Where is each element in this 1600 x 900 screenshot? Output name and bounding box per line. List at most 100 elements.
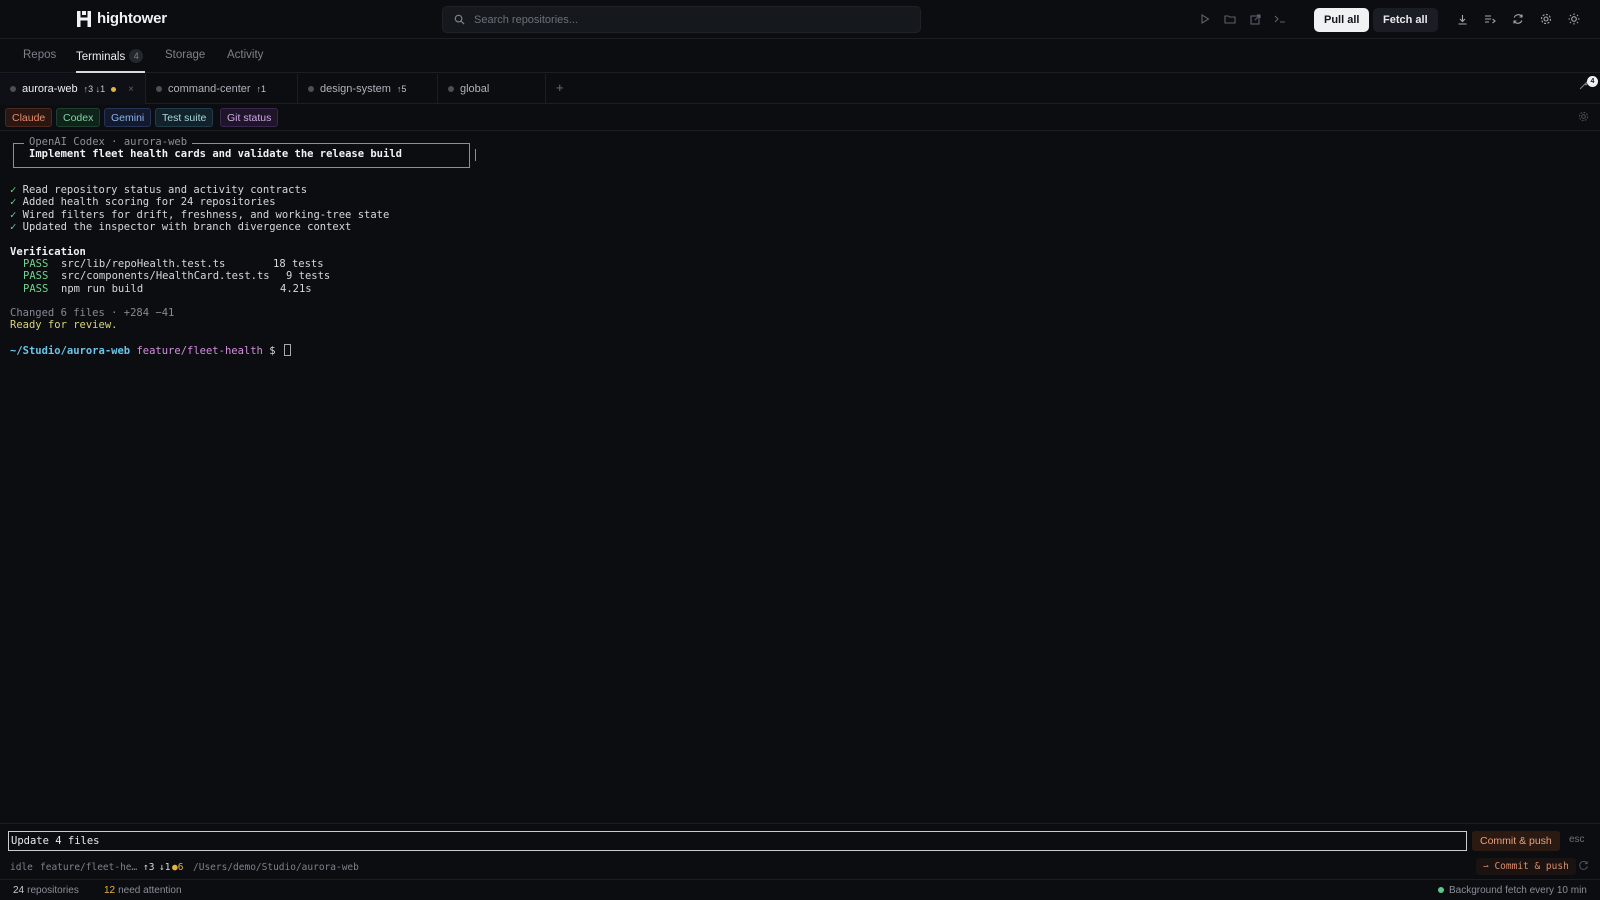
terminal-tab-label: aurora-web xyxy=(22,83,78,95)
main-nav: Repos Terminals 4 Storage Activity xyxy=(0,40,1600,73)
list-run-icon[interactable] xyxy=(1481,10,1499,28)
app-footer: 24 repositories 12 need attention Backgrou… xyxy=(0,879,1600,900)
add-terminal-tab-button[interactable]: + xyxy=(556,80,564,95)
open-external-icon[interactable] xyxy=(1246,10,1264,28)
tab-status-dot xyxy=(10,86,16,92)
commit-message-input[interactable] xyxy=(8,831,1467,851)
tab-repos[interactable]: Repos xyxy=(23,49,56,61)
verification-result: 9 tests xyxy=(286,270,331,282)
search-bar[interactable] xyxy=(442,6,921,33)
status-refresh-icon[interactable] xyxy=(1578,860,1589,871)
git-status-button[interactable]: Git status xyxy=(220,108,279,127)
terminal-tabs: aurora-web ↑3 ↓1 × command-center ↑1 des… xyxy=(0,74,1600,105)
ahead-count: ↑3 xyxy=(143,862,155,873)
verification-target: npm run build xyxy=(61,283,144,295)
pass-status: PASS xyxy=(23,270,49,282)
pass-status: PASS xyxy=(23,283,49,295)
tab-terminals-label: Terminals xyxy=(76,51,126,63)
shell-prompt: ~/Studio/aurora-web feature/fleet-health… xyxy=(10,344,291,358)
settings-gear-icon[interactable] xyxy=(1537,10,1555,28)
tab-storage[interactable]: Storage xyxy=(165,49,205,61)
launch-claude-button[interactable]: Claude xyxy=(5,108,53,127)
changes-count: ●6 xyxy=(172,862,184,873)
sync-counts: ↑5 xyxy=(396,84,407,94)
verification-row: PASS xyxy=(23,283,48,296)
prompt-branch: feature/fleet-health xyxy=(136,345,263,357)
hightower-logo-icon xyxy=(77,10,91,27)
codex-task-description: Implement fleet health cards and validat… xyxy=(29,148,402,160)
terminal-settings-icon[interactable] xyxy=(1578,111,1589,122)
background-fetch-label: Background fetch every 10 min xyxy=(1449,885,1587,896)
checklist-text: Read repository status and activity cont… xyxy=(22,184,308,196)
terminal-tab-aurora-web[interactable]: aurora-web ↑3 ↓1 × xyxy=(0,74,146,105)
terminal-prompt-icon[interactable] xyxy=(1271,10,1289,28)
tab-status-dot xyxy=(156,86,162,92)
run-test-suite-button[interactable]: Test suite xyxy=(155,108,214,127)
terminal-cursor xyxy=(283,344,291,356)
sync-counts: ↑1 xyxy=(256,84,267,94)
terminal-tab-command-center[interactable]: command-center ↑1 xyxy=(146,74,298,104)
checklist-item: ✓ Added health scoring for 24 repositori… xyxy=(10,196,276,209)
tab-terminals[interactable]: Terminals 4 xyxy=(76,49,144,63)
launch-codex-button[interactable]: Codex xyxy=(56,108,101,127)
download-icon[interactable] xyxy=(1453,10,1471,28)
verification-target: src/components/HealthCard.test.ts xyxy=(61,270,270,282)
tab-status-dot xyxy=(308,86,314,92)
escape-button[interactable]: esc xyxy=(1569,834,1585,845)
checklist-item: ✓ Updated the inspector with branch dive… xyxy=(10,221,351,234)
active-tab-indicator xyxy=(76,71,145,73)
pass-status: PASS xyxy=(23,258,49,270)
top-bar: hightower Pull all Fetch all xyxy=(0,0,1600,39)
current-branch: feature/fleet-he… xyxy=(40,862,138,873)
global-action-icons xyxy=(1453,10,1583,28)
repo-tool-icons xyxy=(1196,10,1289,28)
sync-counts: ↑3 ↓1 xyxy=(83,84,106,94)
checklist-text: Added health scoring for 24 repositories xyxy=(22,196,276,208)
notification-badge: 4 xyxy=(1587,76,1598,87)
close-tab-icon[interactable]: × xyxy=(128,84,134,95)
folder-icon[interactable] xyxy=(1221,10,1239,28)
fetch-status-dot xyxy=(1438,887,1444,893)
prompt-path: ~/Studio/aurora-web xyxy=(10,345,131,357)
check-icon: ✓ xyxy=(10,209,17,221)
terminal-tab-label: global xyxy=(460,83,490,95)
tab-status-dot xyxy=(448,86,454,92)
checklist-text: Updated the inspector with branch diverg… xyxy=(22,221,352,233)
play-icon[interactable] xyxy=(1196,10,1214,28)
attention-count-value: 12 xyxy=(104,885,116,896)
prompt-symbol: $ xyxy=(269,345,276,357)
session-state: idle xyxy=(10,862,33,873)
attention-count[interactable]: 12 need attention xyxy=(104,885,182,896)
check-icon: ✓ xyxy=(10,184,17,196)
verification-row: PASS xyxy=(23,270,48,283)
background-fetch-status: Background fetch every 10 min xyxy=(1438,885,1587,896)
search-icon xyxy=(454,14,465,25)
commit-and-push-button[interactable]: Commit & push xyxy=(1472,831,1560,851)
ready-message: Ready for review. xyxy=(10,319,118,331)
terminal-tab-label: design-system xyxy=(320,83,391,95)
repo-count-value: 24 xyxy=(13,885,25,896)
app-logo[interactable]: hightower xyxy=(77,10,167,27)
terminal-tab-global[interactable]: global xyxy=(438,74,546,104)
commit-bar: Commit & push esc xyxy=(0,823,1600,857)
terminals-count-badge: 4 xyxy=(129,49,144,63)
pull-all-button[interactable]: Pull all xyxy=(1314,8,1370,32)
theme-sun-icon[interactable] xyxy=(1565,10,1583,28)
repo-path: /Users/demo/Studio/aurora-web xyxy=(193,862,359,873)
refresh-icon[interactable] xyxy=(1509,10,1527,28)
terminal-output[interactable]: OpenAI Codex · aurora-web Implement flee… xyxy=(0,132,1600,822)
tab-activity[interactable]: Activity xyxy=(227,49,263,61)
search-input[interactable] xyxy=(474,13,894,26)
terminal-status-line: idle feature/fleet-he… ↑3 ↓1 ●6 /Users/d… xyxy=(0,857,1600,877)
checklist-text: Wired filters for drift, freshness, and … xyxy=(22,209,390,221)
agent-launcher-bar: Claude Codex Gemini Test suite Git statu… xyxy=(0,105,1600,131)
attention-label: need attention xyxy=(118,885,182,896)
modified-indicator xyxy=(111,86,117,92)
fetch-all-button[interactable]: Fetch all xyxy=(1373,8,1438,32)
launch-gemini-button[interactable]: Gemini xyxy=(104,108,152,127)
behind-count: ↓1 xyxy=(159,862,171,873)
terminal-tab-design-system[interactable]: design-system ↑5 xyxy=(298,74,438,104)
status-commit-push-button[interactable]: ⇀ Commit & push xyxy=(1476,858,1576,875)
repo-count: 24 repositories xyxy=(13,885,79,896)
check-icon: ✓ xyxy=(10,196,17,208)
